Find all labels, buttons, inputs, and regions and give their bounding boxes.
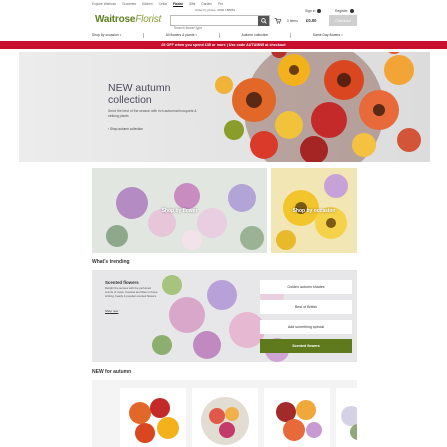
- nav-item-label: Shop by occasion: [92, 33, 119, 37]
- product-image: [276, 400, 322, 441]
- utility-link-cellar[interactable]: Cellar: [159, 2, 167, 6]
- nav-divider: [290, 32, 291, 38]
- register-label: Register: [335, 9, 348, 13]
- basket-icon[interactable]: [274, 17, 281, 24]
- nav-divider: [143, 32, 144, 38]
- utility-link-florist[interactable]: Florist: [172, 2, 183, 7]
- chevron-down-icon: ▾: [341, 33, 343, 37]
- nav-item-same-day[interactable]: Same Day flowers ▾: [313, 33, 343, 37]
- nav-item-all-flowers[interactable]: All flowers & plants ▾: [166, 33, 197, 37]
- nav-divider: [218, 32, 220, 38]
- utility-link-gifts[interactable]: Gifts: [189, 2, 196, 6]
- tile-shop-by-flower[interactable]: Shop by flower: [92, 168, 267, 253]
- product-card[interactable]: [120, 388, 186, 447]
- nav-item-label: All flowers & plants: [165, 33, 195, 37]
- product-card[interactable]: [192, 388, 258, 447]
- logo-sub: Florist: [135, 14, 162, 25]
- basket-item-count: 0 items: [287, 19, 298, 23]
- nav-item-occasion[interactable]: Shop by occasion ▾: [92, 33, 121, 37]
- section-title-new-autumn: NEW for autumn: [92, 369, 132, 375]
- user-icon: [317, 9, 322, 14]
- utility-link-pet[interactable]: Pet: [218, 2, 223, 6]
- site-header: WaitroseFlorist Order by phone: 0800 188…: [0, 8, 447, 33]
- checkout-button[interactable]: Checkout: [329, 15, 357, 26]
- trending-panel: Scented flowers Delight the senses with …: [92, 270, 357, 362]
- hero-subtitle: Send the best of the season with rich au…: [108, 109, 197, 118]
- utility-link-garden[interactable]: Garden: [201, 2, 212, 6]
- hero-title: NEW autumn collection: [108, 82, 170, 106]
- product-image: [201, 397, 249, 445]
- search-box: [170, 15, 270, 33]
- utility-link-explore[interactable]: Explore Waitrose: [92, 2, 116, 6]
- hero-title-line1: NEW autumn: [108, 82, 171, 94]
- section-title-trending: What's trending: [92, 259, 130, 265]
- nav-item-label: Autumn collection: [241, 33, 269, 37]
- product-image: [341, 406, 357, 440]
- basket-total: £0.00: [306, 18, 317, 23]
- chevron-down-icon: ▾: [119, 33, 122, 37]
- main-nav: Shop by occasion ▾ All flowers & plants ▾ …: [92, 31, 357, 39]
- hero-link-label: Shop autumn collection: [109, 127, 144, 131]
- trending-option-active[interactable]: Scented flowers: [260, 339, 352, 353]
- utility-link-groceries[interactable]: Groceries: [122, 2, 136, 6]
- order-phone: Order by phone: 0800 188881: [195, 8, 236, 12]
- search-button[interactable]: [258, 16, 269, 26]
- tile-label: Shop by occasion: [292, 208, 336, 214]
- hero-banner[interactable]: NEW autumn collection Send the best of t…: [19, 52, 430, 162]
- register-icon: [349, 9, 354, 14]
- new-for-autumn-carousel: [92, 380, 357, 447]
- trending-card-title: Scented flowers: [105, 280, 139, 285]
- utility-bar: Explore Waitrose Groceries Kitchen Cella…: [0, 0, 447, 8]
- register-link[interactable]: Register: [335, 9, 354, 14]
- tile-shop-by-occasion[interactable]: Shop by occasion: [271, 168, 357, 253]
- nav-item-label: Same Day flowers: [312, 33, 341, 37]
- product-card[interactable]: [336, 388, 357, 447]
- signin-label: Sign in: [305, 9, 316, 13]
- tile-label: Shop by flower: [161, 208, 198, 214]
- search-icon: [260, 18, 267, 24]
- trending-option[interactable]: Golden autumn shades: [260, 280, 352, 294]
- hero-bouquet-image: [215, 52, 421, 162]
- page: Explore Waitrose Groceries Kitchen Cella…: [0, 0, 447, 447]
- product-card[interactable]: [264, 388, 330, 447]
- trending-option[interactable]: Best of British: [260, 300, 352, 314]
- utility-link-kitchen[interactable]: Kitchen: [142, 2, 153, 6]
- hero-title-line2: collection: [108, 94, 152, 106]
- logo[interactable]: WaitroseFlorist: [95, 14, 161, 25]
- trending-card-desc: Delight the senses with the perfumed sce…: [105, 286, 158, 298]
- product-image: [129, 398, 179, 443]
- chevron-down-icon: ▾: [195, 33, 197, 37]
- nav-item-autumn[interactable]: Autumn collection: [241, 33, 268, 37]
- trending-option[interactable]: Add something special: [260, 320, 352, 334]
- trending-shop-now-link[interactable]: Shop now: [105, 309, 118, 313]
- promo-banner[interactable]: £5 OFF when you spend £35 or more | Use …: [0, 41, 447, 49]
- logo-main: Waitrose: [95, 14, 136, 25]
- hero-link[interactable]: › Shop autumn collection: [108, 127, 143, 131]
- signin-link[interactable]: Sign in: [305, 9, 322, 14]
